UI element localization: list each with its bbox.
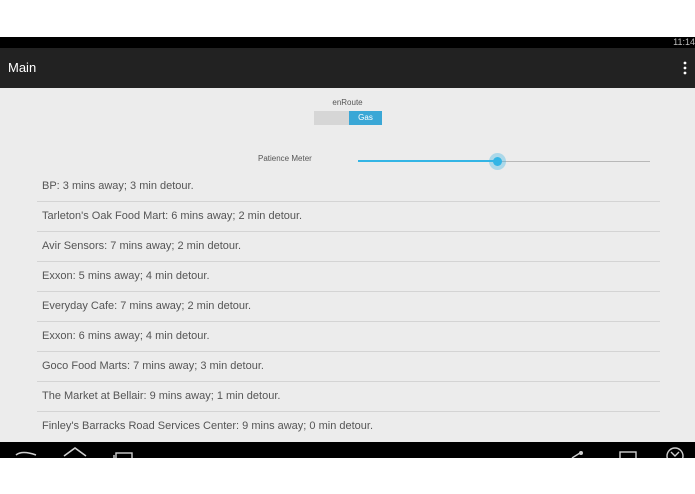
main-content: enRoute Gas Patience Meter BP: 3 mins aw… — [0, 88, 695, 442]
patience-slider[interactable] — [358, 152, 650, 172]
station-list-item[interactable]: Goco Food Marts: 7 mins away; 3 min deto… — [37, 352, 660, 382]
status-bar: 11:14 — [0, 37, 695, 48]
gas-toggle-on-label: Gas — [349, 111, 382, 125]
station-list-item[interactable]: The Market at Bellair: 9 mins away; 1 mi… — [37, 382, 660, 412]
share-icon[interactable] — [566, 442, 586, 458]
recent-apps-icon[interactable] — [112, 442, 136, 458]
action-bar: Main — [0, 48, 695, 88]
station-list-item[interactable]: Finley's Barracks Road Services Center: … — [37, 412, 660, 441]
station-list-item[interactable]: Tarleton's Oak Food Mart: 6 mins away; 2… — [37, 202, 660, 232]
station-list: BP: 3 mins away; 3 min detour. Tarleton's… — [37, 172, 660, 441]
overflow-menu-icon[interactable] — [681, 60, 689, 76]
close-icon[interactable] — [664, 442, 686, 458]
station-list-item[interactable]: Exxon: 5 mins away; 4 min detour. — [37, 262, 660, 292]
status-time: 11:14 — [673, 37, 695, 47]
station-list-item[interactable]: Avir Sensors: 7 mins away; 2 min detour. — [37, 232, 660, 262]
station-list-item[interactable]: Everyday Cafe: 7 mins away; 2 min detour… — [37, 292, 660, 322]
slider-fill — [358, 160, 499, 162]
slider-thumb[interactable] — [489, 153, 507, 170]
gas-toggle[interactable]: Gas — [314, 111, 382, 125]
window-icon[interactable] — [618, 442, 638, 458]
patience-meter-label: Patience Meter — [258, 154, 312, 163]
station-list-item[interactable]: BP: 3 mins away; 3 min detour. — [37, 172, 660, 202]
action-bar-title: Main — [8, 60, 37, 75]
enroute-label: enRoute — [332, 98, 363, 107]
navigation-bar — [0, 442, 695, 458]
station-list-item[interactable]: Exxon: 6 mins away; 4 min detour. — [37, 322, 660, 352]
home-icon[interactable] — [62, 442, 88, 458]
back-icon[interactable] — [14, 442, 38, 458]
